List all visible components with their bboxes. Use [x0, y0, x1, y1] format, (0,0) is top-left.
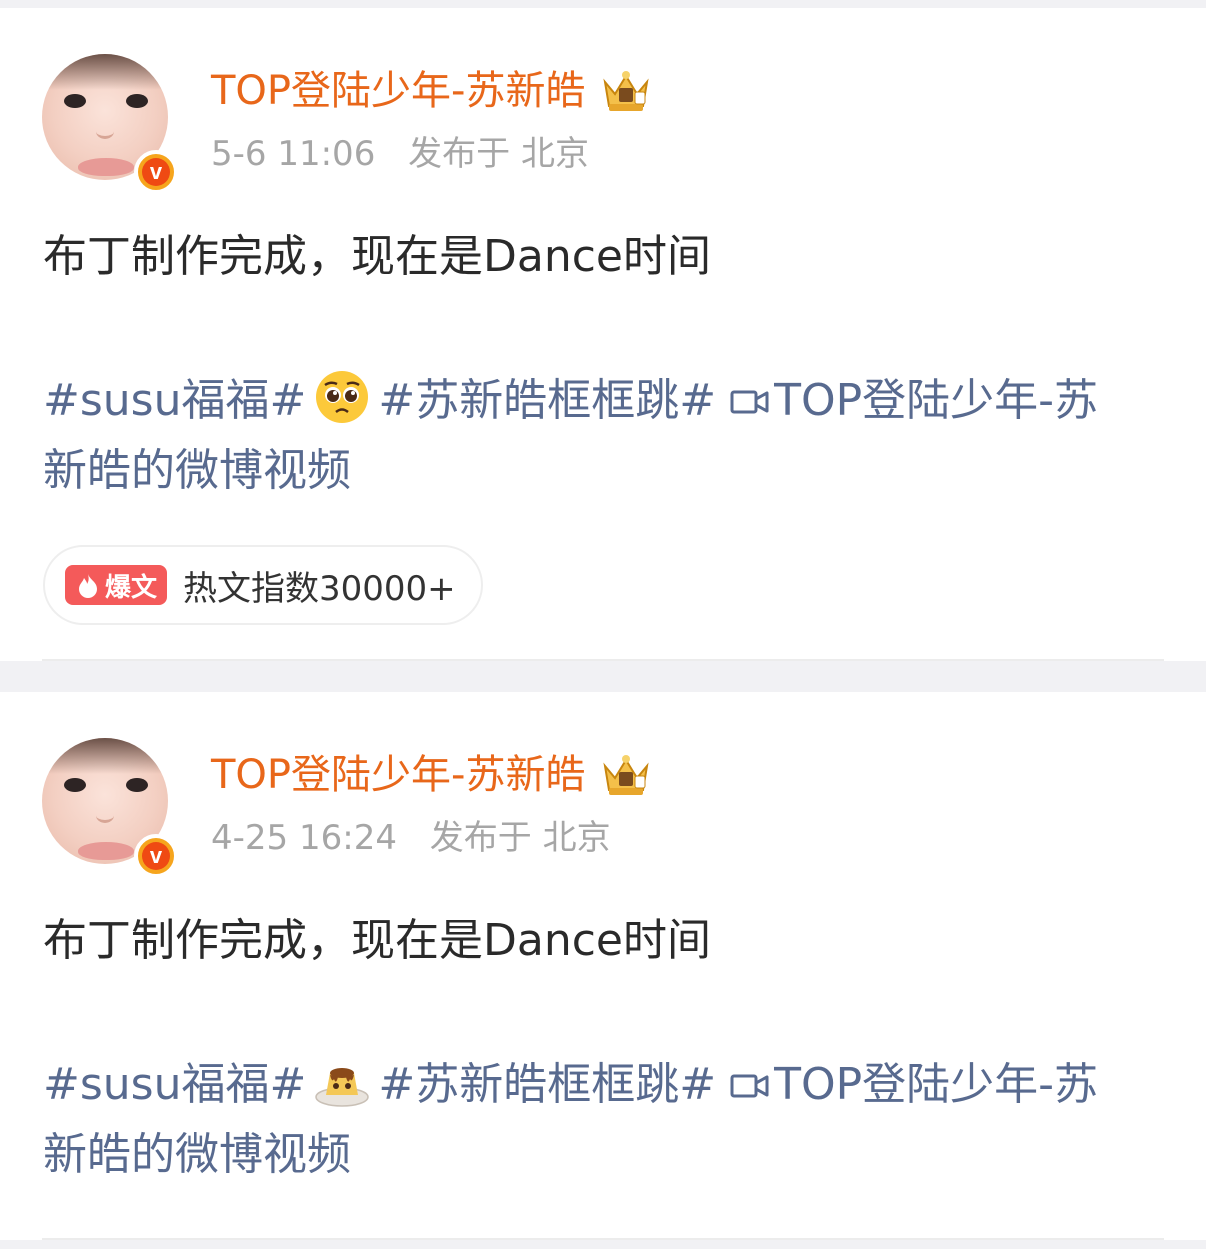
video-link[interactable]: TOP登陆少年-苏: [774, 1059, 1098, 1110]
post-card[interactable]: v TOP登陆少年-苏新皓 4-25 16:24 发布于 北京 布丁制作完成，现…: [0, 692, 1206, 1240]
hashtag-link[interactable]: #susu福福#: [43, 1059, 306, 1110]
post-time: 4-25 16:24: [211, 818, 397, 858]
post-tags: #susu福福# #苏新皓框框跳# TOP登陆少年-苏 新皓的微博视频: [43, 366, 1173, 506]
crown-badge-icon: [603, 71, 650, 111]
username[interactable]: TOP登陆少年-苏新皓: [211, 750, 585, 800]
hashtag-link[interactable]: #苏新皓框框跳#: [378, 375, 716, 426]
pleading-face-icon: [316, 371, 369, 423]
post-text: 布丁制作完成，现在是Dance时间: [43, 231, 711, 282]
hashtag-link[interactable]: #susu福福#: [43, 375, 306, 426]
post-time: 5-6 11:06: [211, 134, 376, 174]
username-row[interactable]: TOP登陆少年-苏新皓: [211, 750, 653, 800]
video-link[interactable]: 新皓的微博视频: [43, 445, 351, 496]
username[interactable]: TOP登陆少年-苏新皓: [211, 66, 585, 116]
post-location: 发布于 北京: [429, 818, 611, 858]
post-meta: 4-25 16:24 发布于 北京: [211, 816, 611, 860]
post-location: 发布于 北京: [408, 134, 589, 174]
post-tags: #susu福福# #苏新皓框框跳# TOP登陆少年-苏 新皓的微博视频: [43, 1050, 1173, 1190]
video-camera-icon[interactable]: [730, 387, 770, 417]
hot-index-text: 热文指数30000+: [183, 568, 456, 609]
fire-icon: [79, 574, 97, 598]
video-camera-icon[interactable]: [730, 1071, 770, 1101]
username-row[interactable]: TOP登陆少年-苏新皓: [211, 66, 653, 116]
verified-badge-icon: v: [134, 150, 178, 194]
verified-badge-icon: v: [134, 834, 178, 878]
hot-index-pill[interactable]: 爆文 热文指数30000+: [43, 545, 483, 625]
crown-badge-icon: [603, 755, 650, 795]
avatar[interactable]: v: [42, 738, 178, 878]
hot-badge-label: 爆文: [105, 572, 158, 603]
post-meta: 5-6 11:06 发布于 北京: [211, 132, 589, 176]
divider: [42, 659, 1164, 661]
hot-article-badge: 爆文: [65, 565, 167, 605]
post-text: 布丁制作完成，现在是Dance时间: [43, 915, 711, 966]
avatar[interactable]: v: [42, 54, 178, 194]
video-link[interactable]: 新皓的微博视频: [43, 1129, 351, 1180]
hashtag-link[interactable]: #苏新皓框框跳#: [378, 1059, 716, 1110]
pudding-icon: [315, 1068, 370, 1107]
weibo-feed: v TOP登陆少年-苏新皓 5-6 11:06 发布于 北京 布丁制作完成，现在…: [0, 0, 1206, 1249]
divider: [42, 1238, 1164, 1240]
post-card[interactable]: v TOP登陆少年-苏新皓 5-6 11:06 发布于 北京 布丁制作完成，现在…: [0, 8, 1206, 661]
video-link[interactable]: TOP登陆少年-苏: [774, 375, 1098, 426]
